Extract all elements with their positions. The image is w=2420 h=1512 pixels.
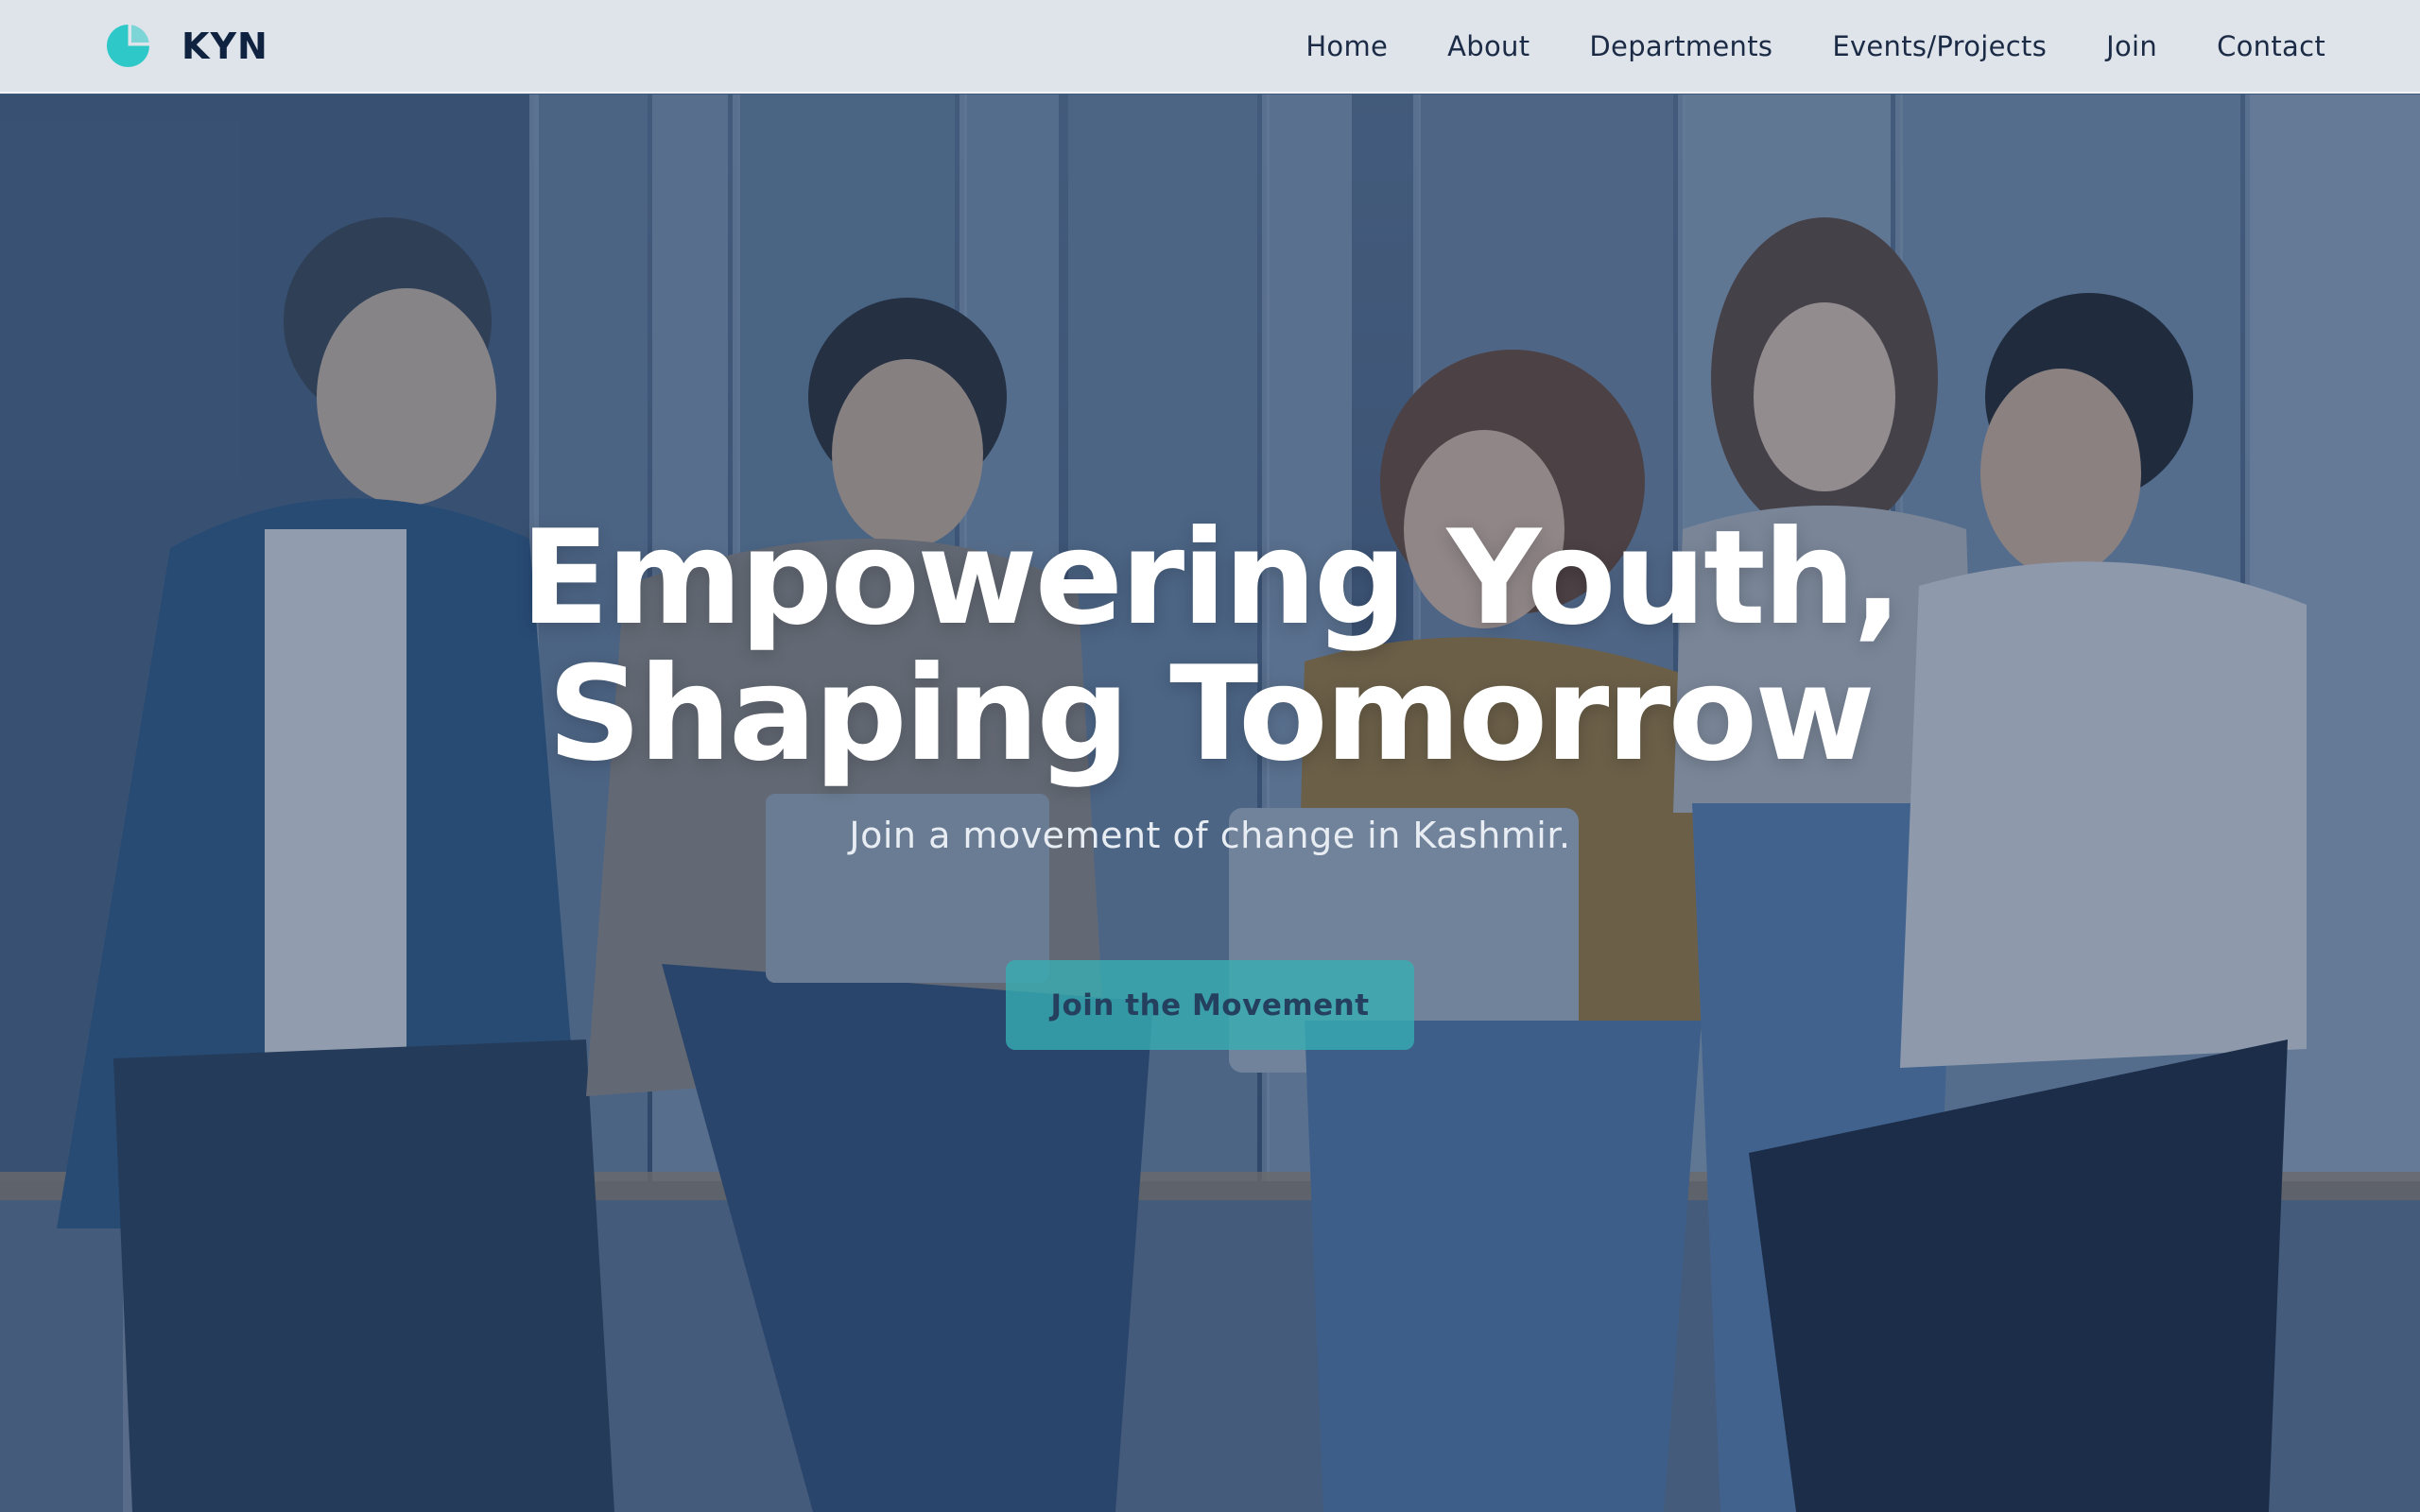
nav-events-projects-link[interactable]: Events/Projects xyxy=(1832,30,2047,62)
hero-title: Empowering Youth, Shaping Tomorrow xyxy=(520,502,1902,790)
hero-title-line-1: Empowering Youth, xyxy=(520,502,1902,654)
nav-join-link[interactable]: Join xyxy=(2106,30,2157,62)
join-the-movement-button[interactable]: Join the Movement xyxy=(1006,960,1414,1050)
nav-departments-link[interactable]: Departments xyxy=(1589,30,1772,62)
nav-home-link[interactable]: Home xyxy=(1305,30,1388,62)
brand-name: KYN xyxy=(182,25,268,67)
navbar: KYN Home About Departments Events/Projec… xyxy=(0,0,2420,94)
nav-about-link[interactable]: About xyxy=(1447,30,1530,62)
hero-subtitle: Join a movement of change in Kashmir. xyxy=(849,815,1571,856)
hero-title-line-2: Shaping Tomorrow xyxy=(547,638,1876,790)
nav-contact-link[interactable]: Contact xyxy=(2217,30,2325,62)
landing-page: KYN Home About Departments Events/Projec… xyxy=(0,0,2420,1512)
main-navigation: Home About Departments Events/Projects J… xyxy=(1305,30,2325,62)
teal-circle-logo-icon xyxy=(107,25,149,67)
brand-logo[interactable]: KYN xyxy=(107,25,268,67)
hero-section: Empowering Youth, Shaping Tomorrow Join … xyxy=(0,0,2420,1512)
